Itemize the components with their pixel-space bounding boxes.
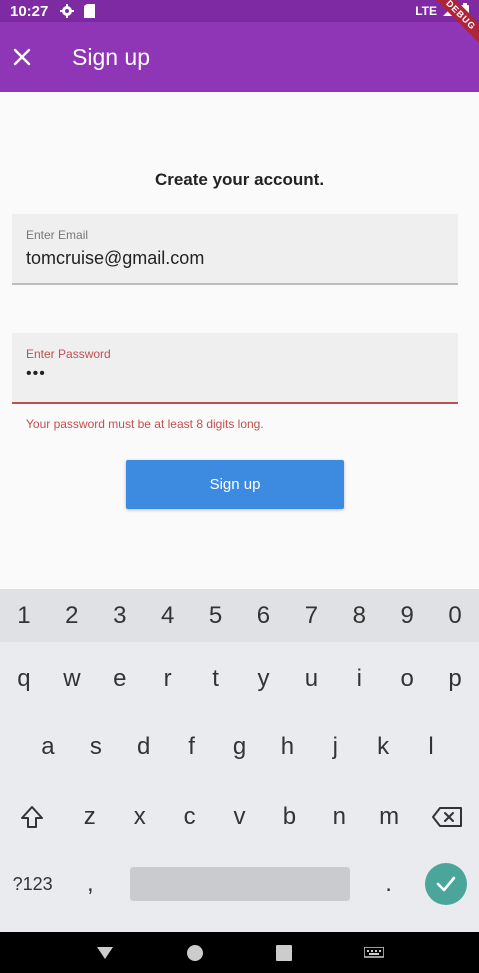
key-9[interactable]: 9 [383,589,431,642]
key-7[interactable]: 7 [287,589,335,642]
settings-icon [60,4,75,18]
key-4[interactable]: 4 [144,589,192,642]
password-value[interactable]: ••• [26,365,444,383]
sim-card-icon [84,4,96,18]
key-u[interactable]: u [287,649,335,709]
back-icon [96,946,113,959]
keyboard-switch-icon [364,946,385,958]
key-0[interactable]: 0 [431,589,479,642]
key-comma[interactable]: , [65,854,115,914]
spacebar[interactable] [129,867,350,901]
soft-keyboard: 1 2 3 4 5 6 7 8 9 0 q w e r t y u i o p … [0,589,479,932]
email-value[interactable]: tomcruise@gmail.com [26,248,444,269]
key-x[interactable]: x [115,787,165,847]
keyboard-switch-button[interactable] [354,938,394,968]
email-field[interactable]: Enter Email tomcruise@gmail.com [12,214,458,285]
key-1[interactable]: 1 [0,589,48,642]
check-icon [437,876,456,892]
key-t[interactable]: t [192,649,240,709]
key-3[interactable]: 3 [96,589,144,642]
keyboard-row-asdf: a s d f g h j k l [0,717,479,777]
form-heading: Create your account. [154,170,325,189]
key-i[interactable]: i [335,649,383,709]
close-icon [13,48,31,66]
key-period[interactable]: . [364,854,414,914]
keyboard-row-qwerty: q w e r t y u i o p [0,649,479,709]
key-a[interactable]: a [24,717,72,777]
keyboard-row-bottom: ?123 , . [0,854,479,914]
key-n[interactable]: n [314,787,364,847]
key-g[interactable]: g [216,717,264,777]
home-button[interactable] [175,938,215,968]
key-8[interactable]: 8 [335,589,383,642]
key-y[interactable]: y [240,649,288,709]
password-error: Your password must be at least 8 digits … [26,417,264,431]
email-label: Enter Email [26,228,89,242]
network-label: LTE [415,4,437,18]
close-button[interactable] [2,37,42,77]
key-h[interactable]: h [263,717,311,777]
key-e[interactable]: e [96,649,144,709]
keyboard-row-zxcv: z x c v b n m [0,787,479,847]
key-6[interactable]: 6 [240,589,288,642]
signup-button[interactable]: Sign up [126,460,344,509]
key-2[interactable]: 2 [48,589,96,642]
key-m[interactable]: m [364,787,414,847]
shift-key[interactable] [0,787,65,847]
key-k[interactable]: k [359,717,407,777]
password-label: Enter Password [26,347,111,361]
key-r[interactable]: r [144,649,192,709]
system-nav-bar [0,932,479,973]
key-v[interactable]: v [215,787,265,847]
backspace-icon [431,807,462,827]
page-title: Sign up [72,43,151,70]
recents-button[interactable] [264,938,304,968]
symbols-key[interactable]: ?123 [0,854,65,914]
key-5[interactable]: 5 [192,589,240,642]
key-c[interactable]: c [165,787,215,847]
enter-key[interactable] [414,854,479,914]
key-p[interactable]: p [431,649,479,709]
status-bar: 10:27 LTE [0,0,479,22]
password-field[interactable]: Enter Password ••• [12,333,458,404]
key-b[interactable]: b [264,787,314,847]
backspace-key[interactable] [414,787,479,847]
app-bar: Sign up [0,22,479,92]
key-o[interactable]: o [383,649,431,709]
key-q[interactable]: q [0,649,48,709]
status-time: 10:27 [10,2,49,20]
key-z[interactable]: z [65,787,115,847]
key-j[interactable]: j [311,717,359,777]
recents-icon [276,944,293,961]
key-w[interactable]: w [48,649,96,709]
keyboard-number-row: 1 2 3 4 5 6 7 8 9 0 [0,589,479,642]
signup-form: Create your account. Enter Email tomcrui… [0,92,479,589]
home-icon [186,944,203,961]
key-s[interactable]: s [72,717,120,777]
back-button[interactable] [85,938,125,968]
shift-icon [21,806,44,828]
key-l[interactable]: l [407,717,455,777]
key-d[interactable]: d [120,717,168,777]
key-f[interactable]: f [168,717,216,777]
